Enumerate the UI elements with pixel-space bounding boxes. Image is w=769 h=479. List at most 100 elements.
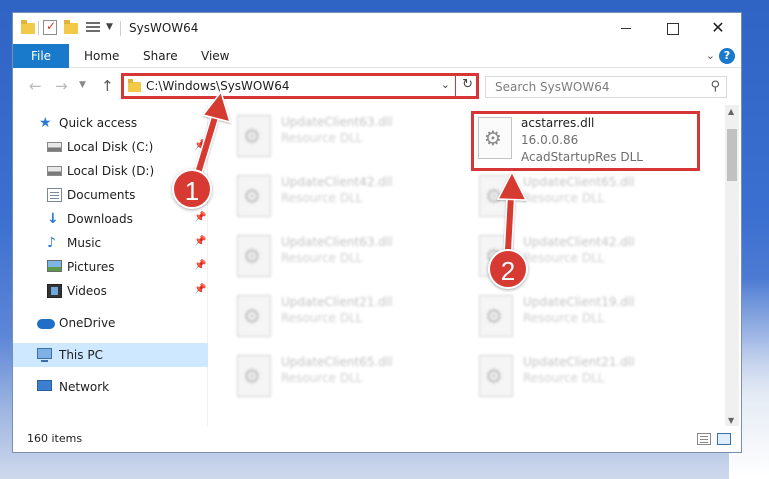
tab-view[interactable]: View [201,44,229,68]
forward-arrow-icon[interactable]: → [55,77,68,95]
star-icon: ★ [39,115,52,131]
address-path[interactable]: C:\Windows\SysWOW64 [146,79,290,93]
minimize-button[interactable] [603,13,649,44]
ribbon: File Home Share View ⌄ ? [13,44,741,68]
sidebar-item-onedrive[interactable]: OneDrive [13,311,208,335]
file-type: Resource DLL [281,251,363,265]
file-version: 16.0.0.86 [521,133,579,147]
sidebar-item-videos[interactable]: Videos 📌 [13,279,208,303]
disk-icon [47,166,62,176]
file-item[interactable]: UpdateClient63.dll Resource DLL [231,111,461,171]
file-name: UpdateClient65.dll [523,175,635,189]
address-history-chevron-icon[interactable]: ⌄ [441,78,450,91]
close-button[interactable]: ✕ [695,13,741,44]
file-type: Resource DLL [281,371,363,385]
sidebar-item-music[interactable]: ♪ Music 📌 [13,231,208,255]
sidebar-item-quick-access[interactable]: ★ Quick access [13,111,208,135]
file-item[interactable]: UpdateClient65.dll Resource DLL [473,171,703,231]
expand-ribbon-chevron-icon[interactable]: ⌄ [706,49,715,62]
dll-file-icon [479,175,513,217]
sidebar-item-label: Local Disk (D:) [67,164,155,178]
file-item[interactable]: UpdateClient42.dll Resource DLL [231,171,461,231]
sidebar-item-network[interactable]: Network [13,375,208,399]
address-divider [455,76,456,96]
folder-icon [21,20,35,34]
pin-icon[interactable]: 📌 [194,236,206,247]
selected-file-item[interactable]: acstarres.dll 16.0.0.86 AcadStartupRes D… [471,111,700,171]
sidebar-item-downloads[interactable]: ↓ Downloads 📌 [13,207,208,231]
quick-access-separator [38,21,39,35]
sidebar-item-label: Network [59,380,110,394]
file-type: Resource DLL [523,251,605,265]
scrollbar-thumb[interactable] [727,129,737,181]
file-name: UpdateClient19.dll [523,295,635,309]
download-icon: ↓ [47,211,59,227]
sidebar-item-label: OneDrive [59,316,116,330]
navigation-bar: ← → ▼ ↑ C:\Windows\SysWOW64 ⌄ ↻ Search S… [13,69,741,103]
file-name: UpdateClient21.dll [281,295,393,309]
documents-icon [47,188,62,202]
pin-icon[interactable]: 📌 [194,260,206,271]
maximize-button[interactable] [649,13,695,44]
pictures-icon [47,260,62,272]
file-item[interactable]: UpdateClient63.dll Resource DLL [231,231,461,291]
file-name: UpdateClient21.dll [523,355,635,369]
recent-locations-chevron-icon[interactable]: ▼ [79,80,86,90]
file-name: UpdateClient42.dll [281,175,393,189]
sidebar-item-this-pc[interactable]: This PC [13,343,208,367]
network-icon [37,380,52,391]
properties-check-icon[interactable] [43,19,57,35]
file-name: UpdateClient63.dll [281,235,393,249]
title-separator [120,21,121,36]
tab-file[interactable]: File [13,44,69,68]
status-bar: 160 items [13,426,741,452]
help-icon[interactable]: ? [719,48,735,64]
file-list-pane: UpdateClient63.dll Resource DLL UpdateCl… [209,105,725,427]
dll-file-icon [478,117,512,159]
step-marker-1: 1 [172,169,212,209]
file-type: Resource DLL [281,311,363,325]
sidebar-item-label: Quick access [59,116,138,130]
up-arrow-icon[interactable]: ↑ [101,77,114,95]
properties-list-icon[interactable] [86,21,102,35]
details-view-icon[interactable] [697,433,711,445]
file-name: UpdateClient65.dll [281,355,393,369]
sidebar-item-local-disk-c[interactable]: Local Disk (C:) 📌 [13,135,208,159]
sidebar-item-label: Documents [67,188,136,202]
address-bar[interactable]: C:\Windows\SysWOW64 ⌄ ↻ [121,73,479,99]
search-icon[interactable]: ⚲ [710,79,720,94]
item-count: 160 items [27,432,83,445]
customize-toolbar-chevron-icon[interactable]: ▼ [106,22,113,38]
file-item[interactable]: UpdateClient19.dll Resource DLL [473,291,703,351]
file-type: Resource DLL [523,191,605,205]
file-item[interactable]: UpdateClient21.dll Resource DLL [473,351,703,411]
pin-icon[interactable]: 📌 [194,212,206,223]
pin-icon[interactable]: 📌 [194,284,206,295]
tab-share[interactable]: Share [143,44,178,68]
file-type: Resource DLL [281,191,363,205]
tab-home[interactable]: Home [84,44,119,68]
sidebar-item-pictures[interactable]: Pictures 📌 [13,255,208,279]
dll-file-icon [479,355,513,397]
large-icons-view-icon[interactable] [717,433,731,445]
file-item[interactable]: UpdateClient21.dll Resource DLL [231,291,461,351]
dll-file-icon [237,295,271,337]
scroll-down-arrow-icon[interactable]: ▼ [728,416,734,425]
search-box[interactable]: Search SysWOW64 ⚲ [485,76,727,98]
dll-file-icon [237,235,271,277]
file-item[interactable]: UpdateClient65.dll Resource DLL [231,351,461,411]
pin-icon[interactable]: 📌 [194,140,206,151]
address-folder-icon [128,79,141,92]
vertical-scrollbar[interactable]: ▲ ▼ [725,105,739,427]
new-folder-icon[interactable] [64,20,78,34]
title-bar: ▼ SysWOW64 ✕ [13,13,741,44]
sidebar-item-label: Pictures [67,260,115,274]
disk-icon [47,142,62,152]
back-arrow-icon[interactable]: ← [29,77,42,95]
search-input[interactable]: Search SysWOW64 [495,80,609,94]
sidebar-item-label: Local Disk (C:) [67,140,154,154]
refresh-icon[interactable]: ↻ [462,77,473,92]
computer-icon [37,348,52,362]
scroll-up-arrow-icon[interactable]: ▲ [728,107,734,116]
cloud-icon [37,319,55,329]
